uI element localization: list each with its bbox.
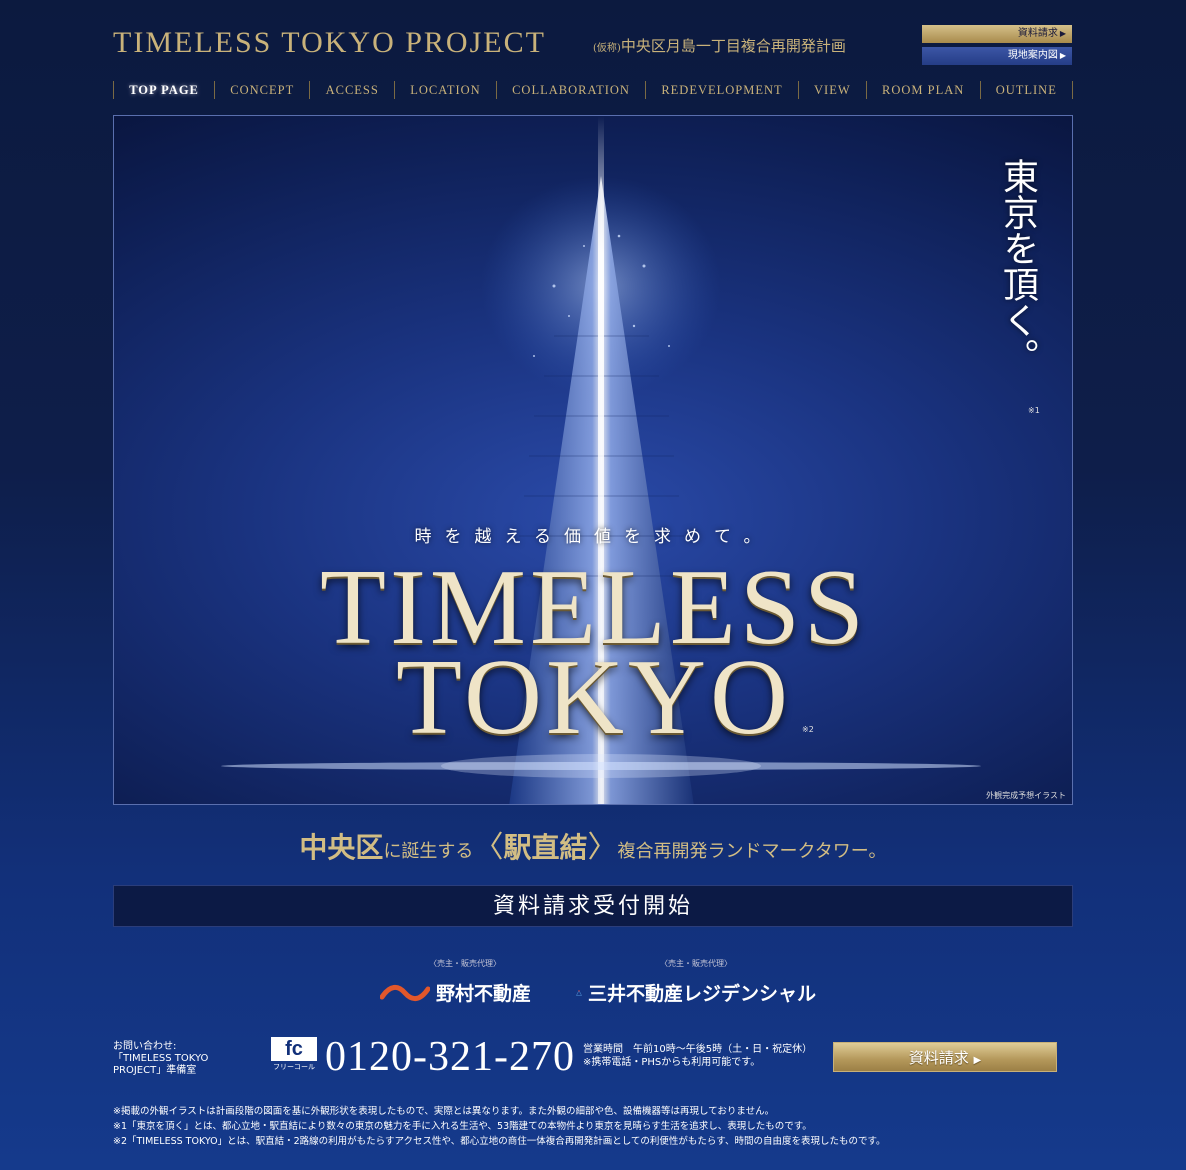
footnote-illustration: ※掲載の外観イラストは計画段階の図面を基に外観形状を表現したもので、実際とは異な…	[113, 1106, 775, 1117]
header-request-label: 資料請求	[1017, 28, 1058, 39]
arrow-right-icon: ▶	[973, 1055, 982, 1066]
phone-number[interactable]: 0120-321-270	[325, 1033, 575, 1081]
tagline-ward: 中央区	[299, 831, 384, 864]
nav-outline[interactable]: OUTLINE	[979, 81, 1074, 99]
hero-note-1: ※1	[1028, 406, 1040, 415]
footer-request-button[interactable]: 資料請求 ▶	[833, 1042, 1057, 1072]
nomura-logo: 野村不動産	[380, 979, 550, 1006]
footnote-1: ※1「東京を頂く」とは、都心立地・駅直結により数々の東京の魅力を手に入れる生活や…	[113, 1121, 812, 1132]
nav-room-plan[interactable]: ROOM PLAN	[865, 81, 980, 99]
nomura-name: 野村不動産	[436, 983, 532, 1005]
header-map-button[interactable]: 現地案内図 ▶	[922, 47, 1072, 65]
mitsui-name: 三井不動産レジデンシャル	[587, 983, 816, 1005]
hero-logo-tokyo: TOKYO	[396, 638, 792, 757]
subtitle-kana: (仮称)	[593, 43, 621, 54]
developer-nomura[interactable]: 〈売主・販売代理〉 野村不動産	[380, 958, 550, 1006]
nav-location[interactable]: LOCATION	[394, 81, 496, 99]
contact-label-line-1: お問い合わせ:	[113, 1041, 177, 1052]
footnotes: ※掲載の外観イラストは計画段階の図面を基に外観形状を表現したもので、実際とは異な…	[113, 1104, 1073, 1149]
arrow-right-icon: ▶	[1059, 51, 1066, 60]
illustration-caption: 外観完成予想イラスト	[986, 791, 1066, 800]
freecall-logo: fc フリーコール	[271, 1037, 317, 1071]
tagline-text-2: 複合再開発ランドマークタワー。	[617, 841, 887, 862]
business-hours-line-1: 営業時間 午前10時〜午後5時（土・日・祝定休）	[583, 1044, 813, 1055]
tagline-bracket-close: 〉	[587, 830, 618, 865]
project-subtitle: (仮称)中央区月島一丁目複合再開発計画	[593, 35, 846, 56]
mitsui-logo: 三井不動産レジデンシャル	[576, 979, 816, 1006]
arrow-right-icon: ▶	[1059, 29, 1066, 38]
nav-collaboration[interactable]: COLLABORATION	[495, 81, 645, 99]
nomura-wave-icon	[380, 984, 430, 1001]
nav-redevelopment[interactable]: REDEVELOPMENT	[645, 81, 798, 99]
contact-label-line-2: 「TIMELESS TOKYO	[113, 1053, 209, 1064]
site-title[interactable]: TIMELESS TOKYO PROJECT	[113, 26, 546, 60]
tagline-bracket-open: 〈	[473, 830, 504, 865]
global-nav: TOP PAGE CONCEPT ACCESS LOCATION COLLABO…	[113, 81, 1074, 99]
contact-label-line-3: PROJECT」準備室	[113, 1065, 197, 1076]
developer-role: 〈売主・販売代理〉	[660, 959, 732, 968]
subtitle-text: 中央区月島一丁目複合再開発計画	[620, 37, 846, 55]
mitsui-mark-icon	[576, 989, 582, 996]
request-start-banner[interactable]: 資料請求受付開始	[113, 885, 1073, 927]
nav-concept[interactable]: CONCEPT	[214, 81, 309, 99]
header-map-label: 現地案内図	[1007, 50, 1058, 61]
nav-access[interactable]: ACCESS	[309, 81, 394, 99]
hero-catchphrase: 時を越える価値を求めて。	[414, 527, 774, 547]
developer-mitsui[interactable]: 〈売主・販売代理〉 三井不動産レジデンシャル	[576, 958, 816, 1006]
header-request-button[interactable]: 資料請求 ▶	[922, 25, 1072, 43]
tagline-station: 駅直結	[503, 831, 588, 864]
business-hours: 営業時間 午前10時〜午後5時（土・日・祝定休） ※携帯電話・PHSからも利用可…	[583, 1043, 823, 1069]
developer-role: 〈売主・販売代理〉	[429, 959, 501, 968]
freecall-caption: フリーコール	[273, 1063, 315, 1071]
nav-top-page[interactable]: TOP PAGE	[113, 81, 214, 99]
hero-visual: 東京を頂く。 ※1 時を越える価値を求めて。 TIMELESS TOKYO ※2…	[113, 115, 1073, 805]
footer-request-label: 資料請求	[908, 1049, 969, 1067]
footnote-2: ※2「TIMELESS TOKYO」とは、駅直結・2路線の利用がもたらすアクセス…	[113, 1136, 886, 1147]
tagline: 中央区に誕生する〈駅直結〉複合再開発ランドマークタワー。	[113, 822, 1073, 866]
business-hours-line-2: ※携帯電話・PHSからも利用可能です。	[583, 1057, 761, 1068]
contact-label: お問い合わせ: 「TIMELESS TOKYO PROJECT」準備室	[113, 1041, 208, 1077]
tagline-text-1: に誕生する	[383, 841, 474, 862]
nav-view[interactable]: VIEW	[797, 81, 866, 99]
hero-note-2: ※2	[802, 725, 814, 734]
freecall-icon: fc	[271, 1037, 317, 1061]
hero-vertical-copy: 東京を頂く。	[997, 158, 1038, 374]
